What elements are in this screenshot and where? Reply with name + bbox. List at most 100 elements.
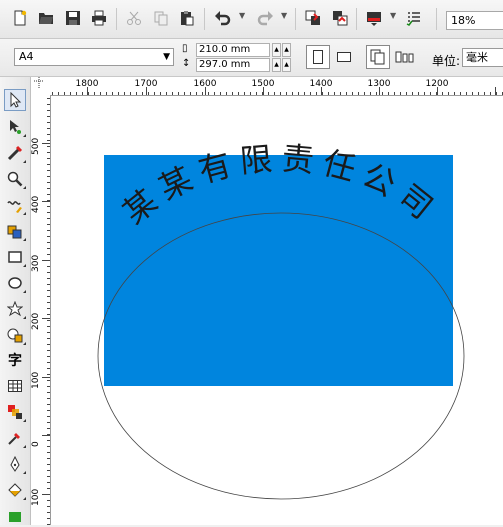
width-spin-down[interactable]: ▲ [282,43,291,57]
page-size-select[interactable]: A4 ▼ [14,48,174,66]
paste-icon[interactable] [177,8,197,28]
ruler-minor-tick [47,386,50,387]
ruler-minor-tick [106,92,107,95]
ruler-minor-tick [358,92,359,95]
toolbar-separator [295,8,296,30]
save-icon[interactable] [63,8,83,28]
ruler-minor-tick [47,128,50,129]
ruler-minor-tick [47,398,50,399]
ruler-minor-tick [47,452,50,453]
height-spin-down[interactable]: ▲ [282,58,291,72]
ruler-tick [42,318,50,319]
options-icon[interactable] [404,8,424,28]
ruler-minor-tick [47,428,50,429]
ruler-minor-tick [484,92,485,95]
interactive-fill-tool-icon[interactable] [4,505,26,527]
cut-icon[interactable] [124,8,144,28]
text-tool-icon[interactable]: 字 [4,349,26,371]
undo-dropdown-icon[interactable]: ▼ [239,11,245,20]
ruler-minor-tick [460,92,461,95]
ruler-tick [42,435,50,436]
ruler-minor-tick [232,92,233,95]
current-page-button[interactable] [393,45,417,69]
freehand-tool-icon[interactable] [4,194,26,216]
ruler-origin[interactable] [30,77,51,96]
table-tool-icon[interactable] [4,375,26,397]
ruler-minor-tick [352,92,353,95]
page-width-field[interactable]: 210.0 mm [196,43,270,57]
ruler-minor-tick [448,92,449,95]
ruler-label: 1400 [309,79,333,89]
ruler-minor-tick [47,200,50,201]
zoom-tool-icon[interactable] [4,168,26,190]
drawing-canvas[interactable]: 某某有限责任公司 [51,96,503,525]
vertical-ruler[interactable]: 500 400 300 200 100 0 100 [30,95,51,525]
rectangle-tool-icon[interactable] [4,246,26,268]
landscape-button[interactable] [332,45,356,69]
ruler-minor-tick [94,92,95,95]
ruler-minor-tick [334,92,335,95]
pick-tool-icon[interactable] [4,89,26,111]
ruler-minor-tick [166,92,167,95]
copy-icon[interactable] [151,8,171,28]
ruler-minor-tick [47,110,50,111]
smart-fill-tool-icon[interactable] [4,220,26,242]
ruler-minor-tick [466,92,467,95]
print-icon[interactable] [89,8,109,28]
unit-select[interactable]: 毫米 [462,48,503,67]
zoom-level-select[interactable]: 18% [446,11,503,30]
ruler-minor-tick [47,152,50,153]
new-document-icon[interactable] [10,8,30,28]
horizontal-ruler[interactable]: 1800 1700 1600 1500 1400 1300 1200 [50,77,503,96]
ruler-minor-tick [47,194,50,195]
redo-dropdown-icon[interactable]: ▼ [281,11,287,20]
page-height-field[interactable]: 297.0 mm [196,58,270,72]
ruler-minor-tick [47,470,50,471]
ruler-minor-tick [47,440,50,441]
ruler-minor-tick [47,374,50,375]
eyedropper-tool-icon[interactable] [4,427,26,449]
ruler-label: 500 [31,137,41,155]
ruler-minor-tick [47,278,50,279]
portrait-button[interactable] [306,45,330,69]
all-pages-button[interactable] [366,45,390,69]
ruler-minor-tick [47,212,50,213]
ruler-minor-tick [490,92,491,95]
undo-icon[interactable] [213,8,233,28]
ruler-minor-tick [100,92,101,95]
width-spin-up[interactable]: ▲ [272,43,281,57]
ruler-minor-tick [496,92,497,95]
outline-pen-tool-icon[interactable] [4,453,26,475]
fill-tool-icon[interactable] [4,479,26,501]
ruler-minor-tick [292,92,293,95]
redo-icon[interactable] [255,8,275,28]
ruler-minor-tick [190,92,191,95]
import-icon[interactable] [303,8,323,28]
open-folder-icon[interactable] [36,8,56,28]
ruler-minor-tick [280,92,281,95]
launcher-dropdown-icon[interactable]: ▼ [390,11,396,20]
ruler-label: 300 [31,254,41,272]
ruler-minor-tick [154,92,155,95]
polygon-tool-icon[interactable] [4,298,26,320]
ruler-minor-tick [47,146,50,147]
ruler-minor-tick [47,140,50,141]
interactive-blend-tool-icon[interactable] [4,401,26,423]
ruler-label: 100 [31,371,41,389]
application-launcher-icon[interactable] [364,8,384,28]
ellipse-tool-icon[interactable] [4,272,26,294]
ruler-minor-tick [47,116,50,117]
shape-tool-icon[interactable] [4,116,26,138]
ruler-minor-tick [47,272,50,273]
ruler-minor-tick [160,92,161,95]
crop-tool-icon[interactable] [4,142,26,164]
toolbar-separator [436,8,437,30]
ruler-minor-tick [310,92,311,95]
basic-shapes-tool-icon[interactable] [4,324,26,346]
export-icon[interactable] [330,8,350,28]
height-spin-up[interactable]: ▲ [272,58,281,72]
toolbar-separator [116,8,117,30]
ruler-minor-tick [76,92,77,95]
ruler-minor-tick [47,308,50,309]
ruler-minor-tick [47,482,50,483]
